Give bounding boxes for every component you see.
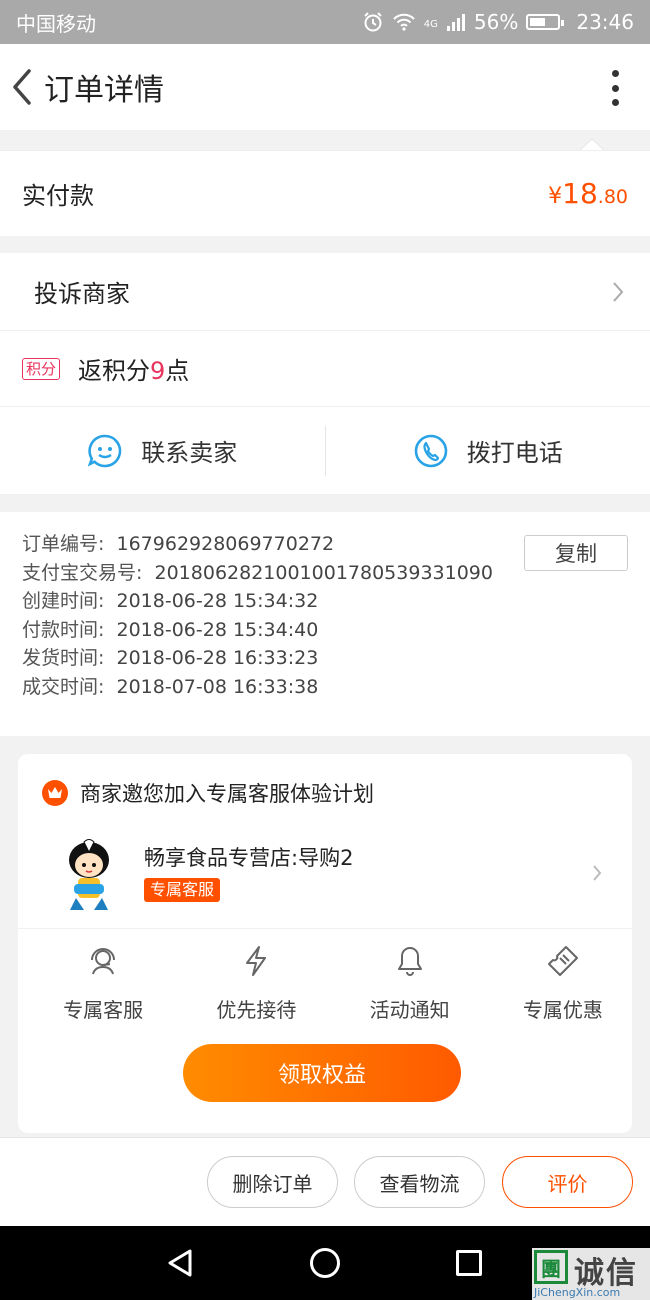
chevron-right-icon (613, 281, 624, 302)
watermark-url: JiChengXin.com (534, 1286, 621, 1299)
nav-bar: 订单详情 (0, 44, 650, 130)
payment-row: 实付款 ¥18.80 (0, 150, 650, 236)
call-phone-button[interactable]: 拨打电话 (326, 426, 650, 476)
status-bar: 中国移动 4G 56% 23:46 (0, 0, 650, 44)
complain-seller-label: 投诉商家 (34, 280, 130, 308)
exclusive-service-badge: 专属客服 (144, 878, 221, 902)
page-title: 订单详情 (44, 73, 164, 108)
service-plan-header: 商家邀您加入专属客服体验计划 (42, 778, 374, 808)
battery-percent: 56% (473, 10, 519, 34)
info-row: 成交时间: 2018-07-08 16:33:38 (22, 673, 628, 702)
shipped-time: 2018-06-28 16:33:23 (116, 647, 319, 669)
contact-seller-label: 联系卖家 (141, 439, 238, 467)
points-badge: 积分 (22, 357, 61, 380)
completed-time: 2018-07-08 16:33:38 (116, 675, 319, 698)
amount-integer: 18 (562, 177, 598, 210)
review-button[interactable]: 评价 (502, 1156, 633, 1208)
alipay-trade-number: 2018062821001001780539331090 (154, 561, 493, 584)
carrier-name: 中国移动 (16, 11, 96, 36)
order-info: 订单编号: 167962928069770272 支付宝交易号: 2018062… (0, 512, 650, 736)
lightning-icon (246, 946, 267, 976)
benefits-row: 专属客服 优先接待 活动通知 专属优惠 (18, 944, 632, 1023)
coupon-icon (547, 946, 578, 976)
contact-seller-button[interactable]: 联系卖家 (0, 426, 325, 476)
caret-up-icon (580, 138, 604, 150)
claim-benefits-button[interactable]: 领取权益 (183, 1044, 461, 1102)
benefit-item: 优先接待 (187, 944, 325, 1023)
benefit-label: 专属客服 (63, 998, 144, 1022)
back-arrow-icon[interactable] (2, 44, 42, 130)
info-key: 创建时间: (22, 590, 105, 612)
phone-icon (414, 434, 448, 467)
info-key: 成交时间: (22, 675, 105, 698)
info-key: 发货时间: (22, 647, 105, 669)
benefit-item: 活动通知 (341, 944, 479, 1023)
bell-icon (397, 947, 422, 976)
actions-group: 投诉商家 积分 返积分9点 联系卖家 拨打电话 (0, 253, 650, 494)
wifi-icon (393, 13, 415, 31)
info-row: 付款时间: 2018-06-28 15:34:40 (22, 616, 628, 645)
copy-button[interactable]: 复制 (524, 535, 628, 571)
benefit-label: 优先接待 (216, 998, 297, 1022)
shop-name: 畅享食品专营店:导购2 (144, 846, 354, 870)
system-back-icon[interactable] (165, 1248, 195, 1278)
crown-icon (42, 780, 68, 806)
watermark-logo: 團 (534, 1250, 568, 1284)
call-phone-label: 拨打电话 (466, 439, 563, 467)
info-key: 支付宝交易号: (22, 561, 143, 584)
view-logistics-button[interactable]: 查看物流 (354, 1156, 485, 1208)
chevron-right-icon (593, 865, 602, 881)
battery-icon (526, 14, 565, 30)
paid-time: 2018-06-28 15:34:40 (116, 618, 319, 641)
info-row: 创建时间: 2018-06-28 15:34:32 (22, 587, 628, 616)
benefit-item: 专属优惠 (494, 944, 632, 1023)
chat-bubble-icon (87, 434, 122, 467)
order-number: 167962928069770272 (116, 533, 335, 555)
points-row: 积分 返积分9点 (0, 331, 650, 407)
signal-icon (446, 14, 465, 31)
points-text: 返积分9点 (78, 351, 189, 386)
complain-seller-row[interactable]: 投诉商家 (0, 253, 650, 331)
payment-label: 实付款 (22, 182, 94, 210)
delete-order-button[interactable]: 删除订单 (207, 1156, 338, 1208)
service-plan-card: 商家邀您加入专属客服体验计划 畅享食品专营店:导购2 专属客服 专属客服 优先接… (18, 754, 632, 1133)
watermark: 團 诚信 JiChengXin.com (532, 1248, 650, 1300)
currency-symbol: ¥ (548, 184, 563, 209)
points-suffix: 点 (165, 357, 190, 385)
created-time: 2018-06-28 15:34:32 (116, 590, 319, 612)
amount-decimal: .80 (597, 186, 628, 208)
info-key: 订单编号: (22, 533, 105, 555)
shop-row[interactable]: 畅享食品专营店:导购2 专属客服 (18, 824, 632, 929)
system-home-icon[interactable] (310, 1248, 340, 1278)
service-plan-title: 商家邀您加入专属客服体验计划 (80, 782, 374, 806)
alarm-icon (364, 12, 382, 32)
info-key: 付款时间: (22, 618, 105, 641)
more-vertical-icon[interactable] (612, 70, 620, 106)
benefit-label: 专属优惠 (522, 998, 603, 1022)
shop-avatar (69, 839, 109, 910)
system-recents-icon[interactable] (456, 1250, 482, 1276)
bottom-action-bar: 删除订单 查看物流 评价 (0, 1137, 650, 1226)
clock: 23:46 (576, 10, 634, 34)
points-value: 9 (150, 357, 166, 385)
benefit-item: 专属客服 (34, 944, 172, 1023)
payment-amount: ¥18.80 (548, 177, 628, 210)
benefit-label: 活动通知 (369, 998, 450, 1022)
contact-row: 联系卖家 拨打电话 (0, 407, 650, 494)
info-row: 发货时间: 2018-06-28 16:33:23 (22, 644, 628, 673)
network-type: 4G (423, 19, 438, 30)
headset-icon (91, 948, 116, 975)
points-prefix: 返积分 (78, 357, 151, 385)
